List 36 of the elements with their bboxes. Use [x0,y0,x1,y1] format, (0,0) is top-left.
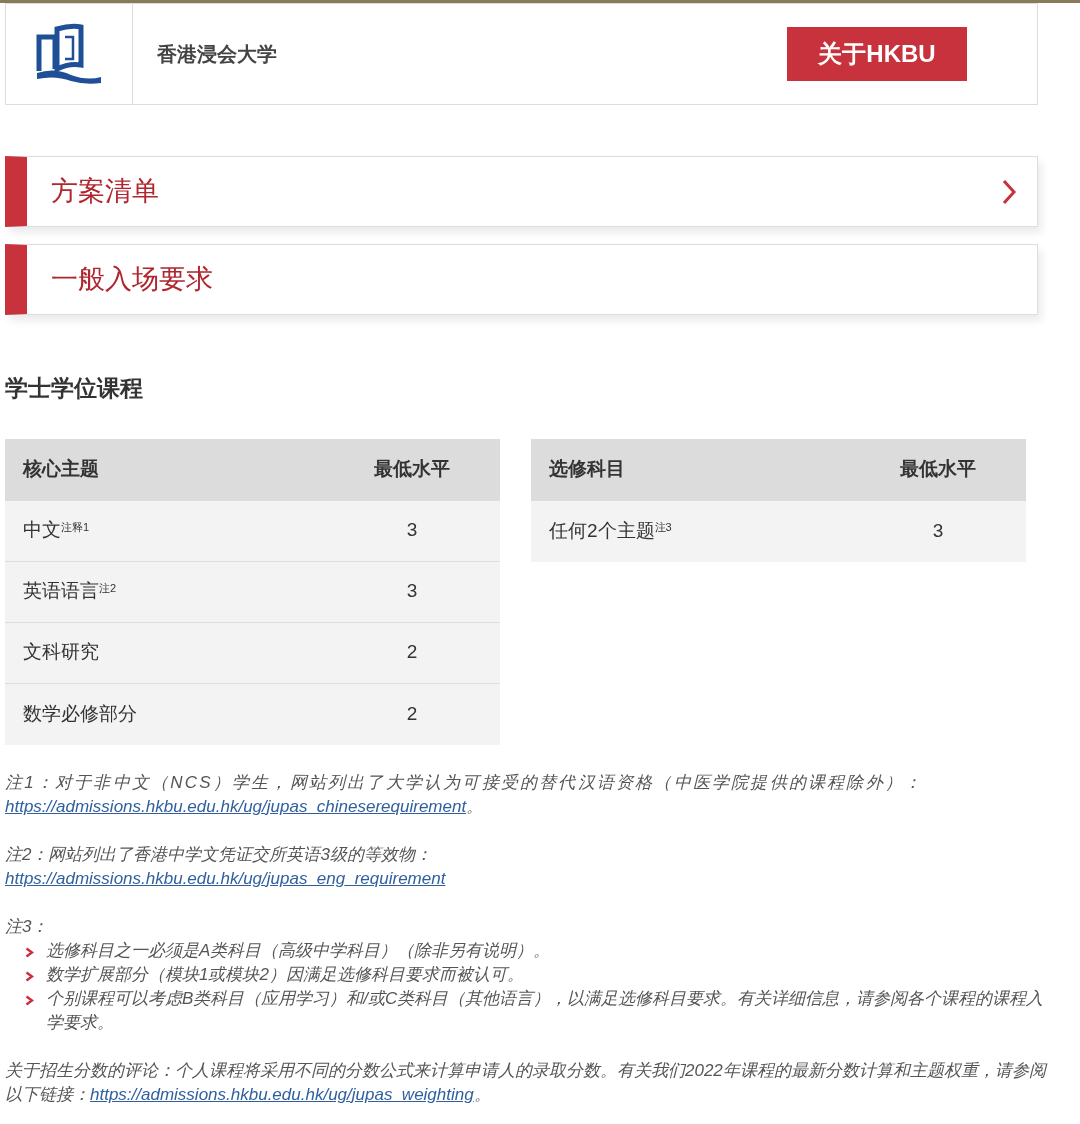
footer-note: 关于招生分数的评论：个人课程将采用不同的分数公式来计算申请人的录取分数。有关我们2022年课程的最新分数计算和主题权重，请参阅以下链接：https://admissions.hkbu.edu.hk/ug/jupas_weighting。 [5,1059,1049,1106]
table-cell-text: 中文$^{注释1}$ [23,518,90,543]
note-text: 注1：对于非中文（NCS）学生，网站列出了大学认为可接受的替代汉语资格（中医学院提供的课程除外）： https://admissions.hkbu.edu.hk/ug/jupas_chineserequirement。 [5,771,925,818]
table-cell-text: 英语语言$^{注2}$ [23,579,117,604]
note-text: 注2：网站列出了香港中学文凭证交所英语3级的等效物： https://admissions.hkbu.edu.hk/ug/jupas_eng_requirement [5,843,447,890]
list-item-text: 个别课程可以考虑B类科目（应用学习）和/或C类科目（其他语言），以满足选修科目要求。有关详细信息，请参阅各个课程的课程入学要求。 [46,987,1045,1034]
university-name: 香港浸会大学 [157,42,278,67]
list-item-text: 数学扩展部分（模块1或模块2）因满足选修科目要求而被认可。 [46,963,524,986]
chevron-bullet-icon [25,970,34,982]
table-cell-text: 3 [932,518,944,543]
table-cell-text: 文科研究 [23,640,99,665]
about-button[interactable]: 关于HKBU [787,27,967,81]
accordion-item[interactable]: 方案清单 [5,156,1038,227]
table-cell-text: 数学必修部分 [23,701,137,726]
section-title: 一般入场要求 [51,263,214,297]
note-link[interactable]: https://admissions.hkbu.edu.hk/ug/jupas_eng_requirement [5,868,446,888]
column-header: 最低水平 [900,457,976,482]
note-title: 注3： [5,915,50,938]
table-cell-text: 2 [406,701,418,726]
column-header: 选修科目 [549,457,625,482]
table-cell-text: 任何2个主题$^{注3}$ [549,518,672,543]
section-heading: 学士学位课程 [5,374,144,403]
table-cell-text: 3 [406,518,418,543]
column-header: 最低水平 [374,457,450,482]
section-title: 方案清单 [51,175,160,209]
chevron-right-icon [1001,177,1017,206]
chevron-bullet-icon [25,946,34,958]
chevron-bullet-icon [25,994,34,1006]
book-logo-icon [35,23,103,85]
weighting-link[interactable]: https://admissions.hkbu.edu.hk/ug/jupas_weighting [90,1084,474,1104]
table-cell-text: 3 [406,579,418,604]
accordion-item[interactable]: 一般入场要求 [5,244,1038,315]
column-header: 核心主题 [23,457,99,482]
note-link[interactable]: https://admissions.hkbu.edu.hk/ug/jupas_chineserequirement [5,796,467,816]
table-cell-text: 2 [406,640,418,665]
list-item-text: 选修科目之一必须是A类科目（高级中学科目）（除非另有说明）。 [46,939,551,962]
